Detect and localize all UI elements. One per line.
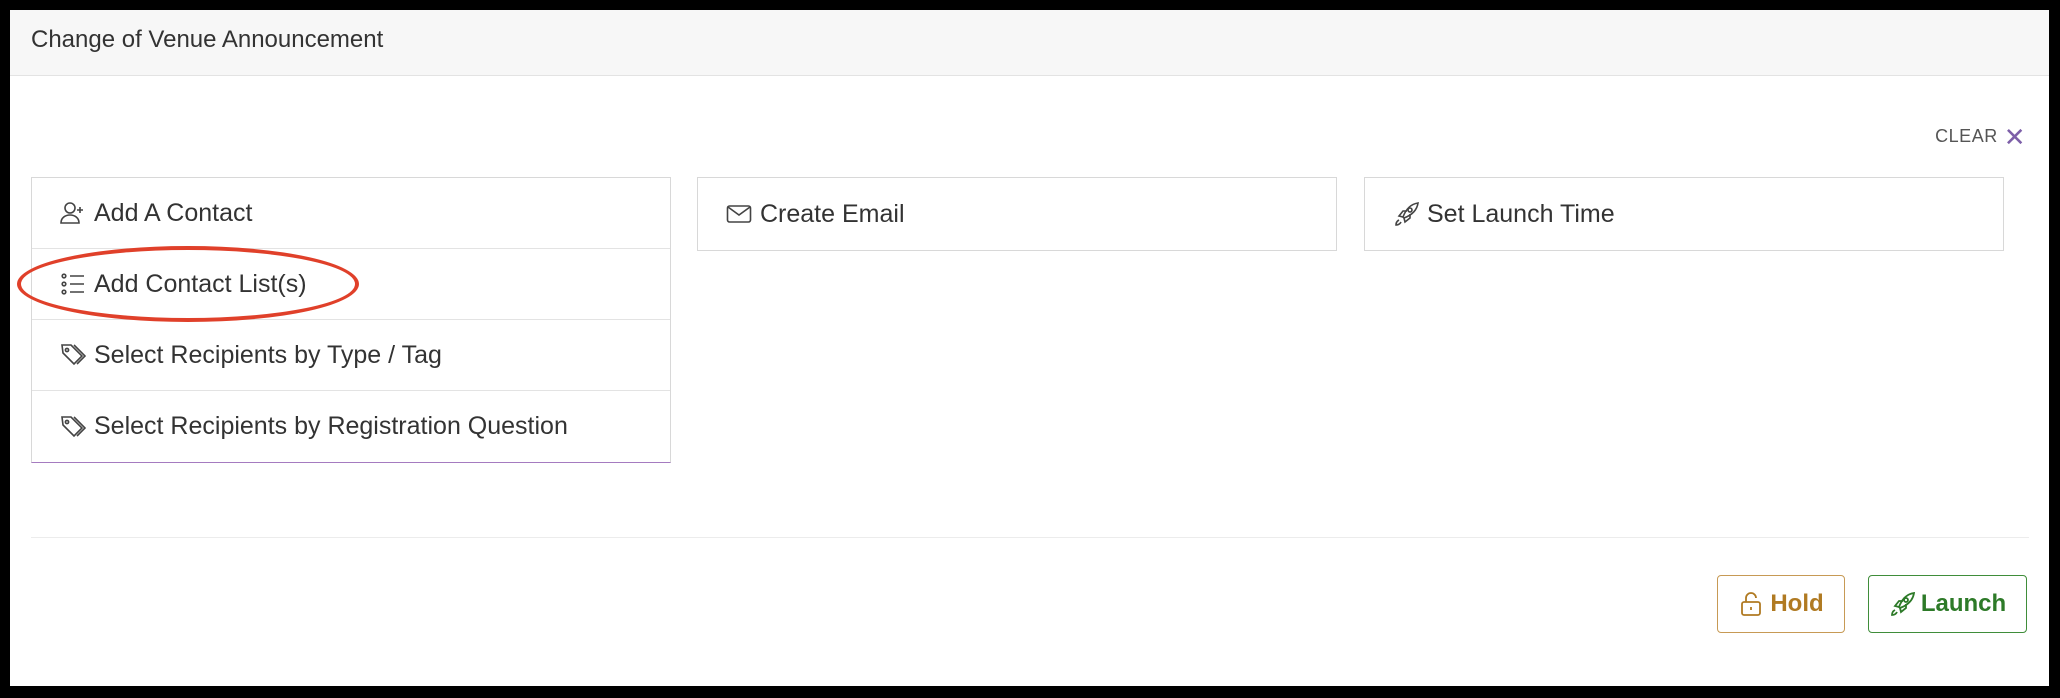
tags-icon xyxy=(60,414,86,440)
hold-button[interactable]: Hold xyxy=(1717,575,1845,633)
lock-icon xyxy=(1741,592,1762,616)
tags-icon xyxy=(60,342,86,368)
set-launch-time-label: Set Launch Time xyxy=(1427,199,1615,228)
close-icon: ✕ xyxy=(2003,121,2026,152)
user-plus-icon xyxy=(60,200,86,226)
set-launch-time-item[interactable]: Set Launch Time xyxy=(1365,178,2003,250)
clear-label: CLEAR xyxy=(1935,126,1998,146)
select-by-type-tag-label: Select Recipients by Type / Tag xyxy=(94,340,442,369)
select-by-registration-question-item[interactable]: Select Recipients by Registration Questi… xyxy=(32,391,670,462)
hold-label: Hold xyxy=(1770,590,1824,617)
page-header: Change of Venue Announcement xyxy=(10,10,2049,76)
divider xyxy=(31,537,2029,538)
create-email-label: Create Email xyxy=(760,199,905,228)
add-contact-label: Add A Contact xyxy=(94,198,253,227)
envelope-icon xyxy=(726,201,752,227)
email-panel: Create Email xyxy=(697,177,1337,251)
page-title: Change of Venue Announcement xyxy=(31,26,384,53)
rocket-icon xyxy=(1393,201,1419,227)
create-email-item[interactable]: Create Email xyxy=(698,178,1336,250)
rocket-icon xyxy=(1890,591,1915,616)
launch-button[interactable]: Launch xyxy=(1868,575,2027,633)
add-contact-item[interactable]: Add A Contact xyxy=(32,178,670,249)
window: Change of Venue Announcement CLEAR ✕ Add… xyxy=(10,10,2049,686)
launch-label: Launch xyxy=(1920,590,2007,617)
recipients-panel: Add A Contact Add Contact List(s) Select… xyxy=(31,177,671,463)
add-contact-lists-label: Add Contact List(s) xyxy=(94,269,307,298)
launch-time-panel: Set Launch Time xyxy=(1364,177,2004,251)
select-by-registration-question-label: Select Recipients by Registration Questi… xyxy=(94,412,568,440)
clear-button[interactable]: CLEAR ✕ xyxy=(1935,121,2026,152)
add-contact-lists-item[interactable]: Add Contact List(s) xyxy=(32,249,670,320)
list-icon xyxy=(60,271,86,297)
select-by-type-tag-item[interactable]: Select Recipients by Type / Tag xyxy=(32,320,670,391)
